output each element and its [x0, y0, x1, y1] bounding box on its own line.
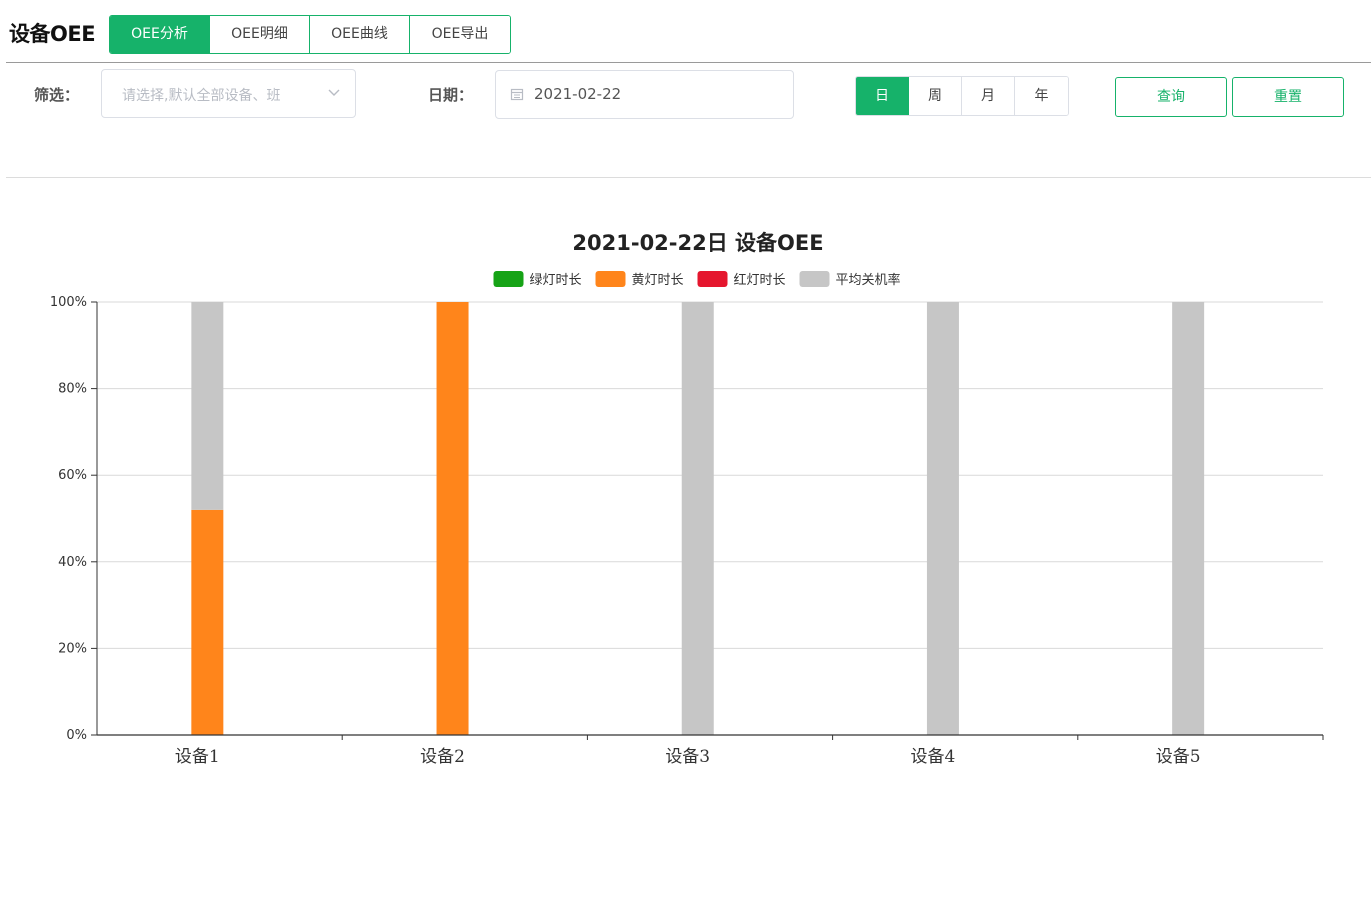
date-value: 2021-02-22 — [534, 85, 622, 103]
header-divider — [6, 62, 1371, 63]
legend-swatch[interactable] — [799, 271, 830, 287]
period-day-button[interactable]: 日 — [856, 77, 909, 115]
bar-segment[interactable] — [926, 302, 959, 735]
period-year-button[interactable]: 年 — [1015, 77, 1068, 115]
y-tick-label: 40% — [58, 555, 87, 570]
x-tick-label: 设备4 — [911, 747, 956, 767]
x-tick-label: 设备5 — [1156, 747, 1201, 767]
calendar-icon — [510, 88, 524, 101]
oee-chart: 2021-02-22日 设备OEE 绿灯时长 黄灯时长 红灯时长 平均关机率 0% 20… — [50, 231, 1324, 767]
legend-swatch[interactable] — [493, 271, 524, 287]
legend-label[interactable]: 平均关机率 — [836, 272, 901, 288]
period-toggle: 日 周 月 年 — [855, 76, 1069, 116]
y-tick-label: 0% — [66, 728, 87, 743]
query-button[interactable]: 查询 — [1115, 77, 1227, 117]
reset-button[interactable]: 重置 — [1232, 77, 1344, 117]
legend-swatch[interactable] — [697, 271, 728, 287]
bar-segment[interactable] — [191, 302, 224, 510]
tab-oee-detail[interactable]: OEE明细 — [210, 16, 310, 53]
legend-label[interactable]: 红灯时长 — [734, 272, 786, 288]
page-title: 设备OEE — [9, 22, 96, 46]
section-divider — [6, 177, 1371, 178]
filter-label: 筛选： — [34, 86, 80, 104]
tab-oee-export[interactable]: OEE导出 — [410, 16, 510, 53]
date-label: 日期： — [428, 86, 474, 104]
chart-legend: 绿灯时长 黄灯时长 红灯时长 平均关机率 — [493, 271, 901, 288]
bar-segment[interactable] — [1172, 302, 1205, 735]
tab-oee-curve[interactable]: OEE曲线 — [310, 16, 410, 53]
device-select-placeholder: 请选择,默认全部设备、班 — [122, 88, 281, 104]
bar-segment[interactable] — [191, 509, 224, 735]
y-tick-label: 80% — [58, 382, 87, 397]
legend-swatch[interactable] — [595, 271, 626, 287]
legend-label[interactable]: 绿灯时长 — [530, 273, 582, 288]
legend-label[interactable]: 黄灯时长 — [632, 273, 684, 288]
y-tick-label: 20% — [58, 641, 87, 656]
bar-segment[interactable] — [681, 302, 714, 735]
tab-bar: OEE分析 OEE明细 OEE曲线 OEE导出 — [109, 15, 511, 54]
x-tick-label: 设备3 — [665, 747, 710, 767]
chart-title: 2021-02-22日 设备OEE — [572, 231, 823, 255]
x-tick-label: 设备1 — [175, 747, 220, 767]
date-picker[interactable]: 2021-02-22 — [495, 70, 794, 119]
y-tick-label: 60% — [58, 468, 87, 483]
chevron-down-icon — [328, 89, 340, 96]
chart-bars — [191, 302, 1205, 735]
device-select[interactable]: 请选择,默认全部设备、班 — [101, 69, 356, 118]
x-tick-label: 设备2 — [420, 747, 465, 767]
period-month-button[interactable]: 月 — [962, 77, 1015, 115]
period-week-button[interactable]: 周 — [909, 77, 962, 115]
tab-oee-analysis[interactable]: OEE分析 — [110, 16, 210, 53]
y-tick-label: 100% — [50, 295, 87, 310]
bar-segment[interactable] — [436, 302, 469, 735]
